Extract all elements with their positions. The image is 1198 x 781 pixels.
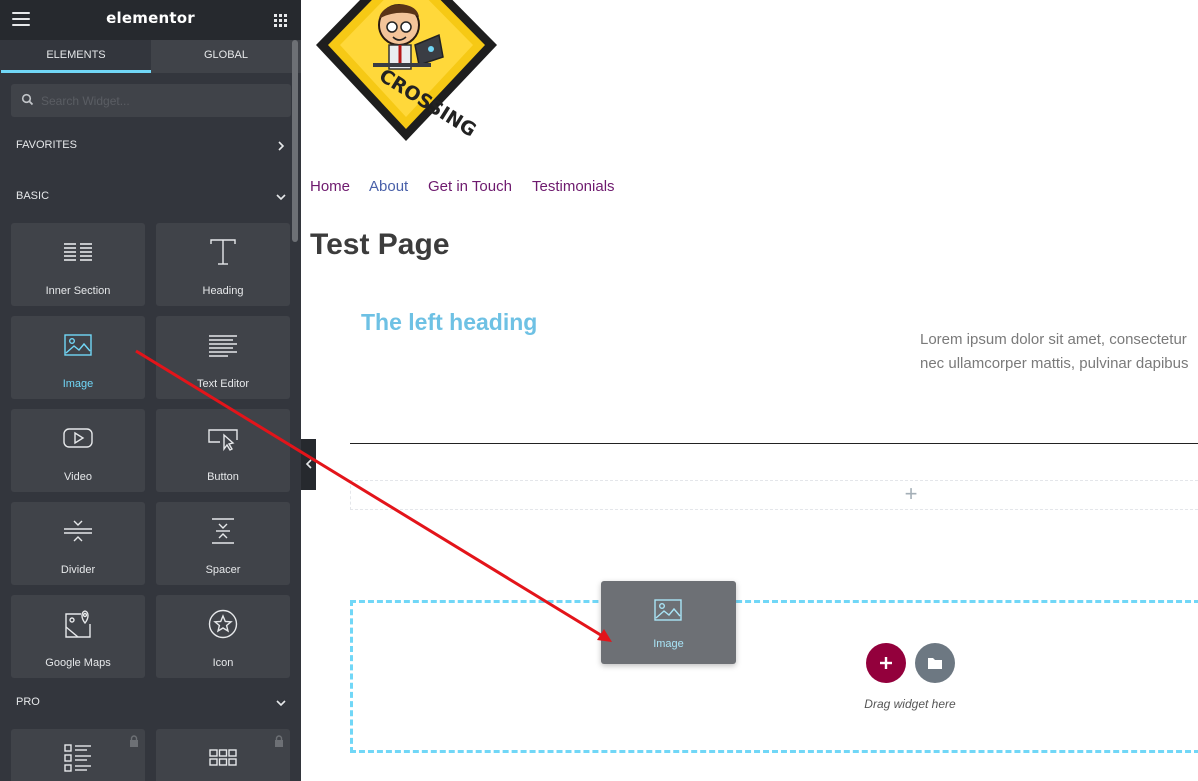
widget-label: Google Maps: [45, 657, 111, 669]
text-line: Lorem ipsum dolor sit amet, consectetur: [920, 331, 1187, 348]
inner-section-icon: [64, 243, 92, 261]
widget-portfolio-locked[interactable]: [156, 729, 290, 781]
panel-tabs: ELEMENTS GLOBAL: [0, 40, 301, 73]
chevron-down-icon: [276, 194, 286, 201]
elementor-editor: elementor ELEMENTS GLOBAL FAVORITES BASI…: [0, 0, 1198, 781]
chevron-down-icon: [276, 700, 286, 707]
widget-inner-section[interactable]: Inner Section: [11, 223, 145, 306]
search-input[interactable]: [41, 84, 281, 117]
text-line: nec ullamcorper mattis, pulvinar dapibus: [920, 355, 1189, 372]
category-pro[interactable]: PRO: [16, 696, 286, 712]
divider-icon: [64, 520, 92, 542]
widget-google-maps[interactable]: Google Maps: [11, 595, 145, 678]
empty-section[interactable]: [350, 480, 1198, 510]
widget-posts-locked[interactable]: [11, 729, 145, 781]
tab-global[interactable]: GLOBAL: [151, 40, 301, 73]
portfolio-icon: [209, 749, 237, 766]
plus-icon: [880, 657, 892, 669]
video-icon: [63, 428, 93, 448]
widget-image[interactable]: Image: [11, 316, 145, 399]
widget-label: Image: [653, 638, 684, 650]
dragged-widget-image[interactable]: Image: [601, 581, 736, 664]
divider-widget[interactable]: [350, 443, 1198, 444]
widget-spacer[interactable]: Spacer: [156, 502, 290, 585]
lock-icon: [130, 735, 138, 747]
chevron-right-icon: [278, 141, 285, 151]
widget-label: Divider: [60, 564, 96, 576]
elementor-logo: elementor: [106, 9, 195, 27]
heading-icon: [210, 239, 236, 265]
category-label: PRO: [16, 696, 40, 708]
nav-link-home[interactable]: Home: [310, 178, 350, 195]
plus-icon[interactable]: +: [901, 483, 921, 505]
widget-text-editor[interactable]: Text Editor: [156, 316, 290, 399]
widget-divider[interactable]: Divider: [11, 502, 145, 585]
text-editor-icon: [209, 335, 237, 357]
panel-scrollbar[interactable]: [292, 40, 298, 242]
image-icon: [64, 334, 92, 356]
lock-icon: [275, 735, 283, 747]
elementor-panel: elementor ELEMENTS GLOBAL FAVORITES BASI…: [0, 0, 301, 781]
widget-button[interactable]: Button: [156, 409, 290, 492]
drop-zone-hint: Drag widget here: [864, 697, 956, 711]
site-logo[interactable]: CROSSING: [311, 0, 501, 150]
grid-apps-icon[interactable]: [274, 14, 287, 27]
star-icon: [208, 609, 238, 639]
widget-label: Text Editor: [197, 378, 249, 390]
widget-label: Spacer: [205, 564, 241, 576]
spacer-icon: [212, 518, 234, 544]
category-label: BASIC: [16, 190, 50, 202]
nav-link-testimonials[interactable]: Testimonials: [532, 178, 615, 195]
add-new-section-button[interactable]: [866, 643, 906, 683]
drop-zone[interactable]: [350, 600, 1198, 753]
button-icon: [208, 429, 238, 452]
search-icon: [21, 93, 34, 106]
category-label: FAVORITES: [16, 139, 77, 151]
heading-widget[interactable]: The left heading: [361, 309, 537, 336]
widget-label: Video: [64, 471, 92, 483]
page-preview: CROSSING Home About Get in Touch Testimo…: [301, 0, 1198, 781]
widget-label: Button: [207, 471, 239, 483]
widget-icon[interactable]: Icon: [156, 595, 290, 678]
widget-label: Image: [62, 378, 94, 390]
widget-label: Heading: [202, 285, 244, 297]
nav-link-about[interactable]: About: [369, 178, 408, 195]
google-maps-icon: [65, 610, 91, 638]
image-icon: [654, 599, 682, 621]
tab-elements[interactable]: ELEMENTS: [1, 40, 151, 73]
nav-link-get-in-touch[interactable]: Get in Touch: [428, 178, 512, 195]
text-editor-widget[interactable]: Lorem ipsum dolor sit amet, consectetur …: [920, 328, 1198, 376]
widget-label: Icon: [212, 657, 234, 669]
folder-icon: [928, 658, 942, 669]
widget-search: [11, 84, 291, 117]
category-favorites[interactable]: FAVORITES: [16, 139, 286, 155]
widget-video[interactable]: Video: [11, 409, 145, 492]
add-template-button[interactable]: [915, 643, 955, 683]
widget-heading[interactable]: Heading: [156, 223, 290, 306]
page-title: Test Page: [310, 228, 450, 261]
widget-label: Inner Section: [45, 285, 111, 297]
posts-icon: [64, 744, 91, 772]
panel-header: elementor: [0, 0, 301, 40]
category-basic[interactable]: BASIC: [16, 190, 286, 206]
